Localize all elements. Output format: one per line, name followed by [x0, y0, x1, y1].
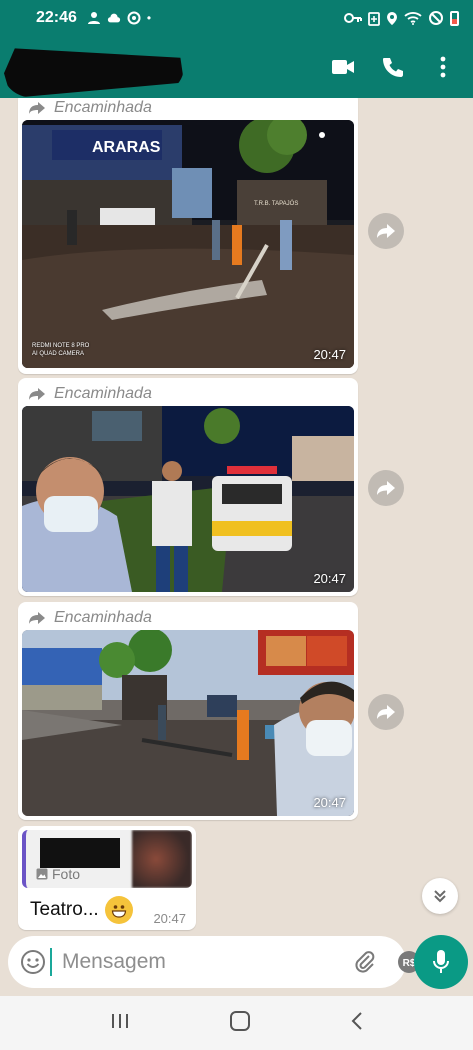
wifi-icon — [404, 12, 422, 25]
svg-text:T.R.B. TAPAJÓS: T.R.B. TAPAJÓS — [254, 200, 298, 207]
forward-icon — [29, 612, 45, 624]
quoted-message[interactable]: Foto — [22, 830, 192, 888]
forwarded-label: Encaminhada — [22, 98, 354, 120]
location-icon — [387, 11, 397, 25]
status-time: 22:46 — [36, 9, 77, 26]
battery-icon — [450, 10, 459, 26]
mic-icon — [433, 950, 449, 973]
message-photo[interactable]: 20:47 — [22, 630, 354, 816]
phone-icon[interactable] — [381, 55, 405, 79]
attach-icon[interactable] — [353, 948, 377, 976]
forward-button[interactable] — [368, 213, 404, 249]
message-time: 20:47 — [313, 571, 346, 586]
message-photo[interactable]: 20:47 — [22, 406, 354, 592]
selfie-with-police-car-photo — [22, 406, 354, 592]
quoted-sender-redacted — [40, 838, 120, 868]
sync-icon — [127, 11, 141, 25]
dot-icon: • — [146, 11, 152, 25]
forwarded-label: Encaminhada — [22, 382, 354, 406]
reply-text: Teatro... — [30, 896, 133, 924]
message-photo[interactable]: ARARAS T.R.B. TAPAJÓS REDMI NOTE 8 PRO A… — [22, 120, 354, 368]
reply-message[interactable]: Foto Teatro... 20:47 — [18, 826, 196, 930]
quoted-thumbnail — [132, 830, 192, 888]
key-icon — [344, 13, 362, 23]
emoji-icon[interactable] — [20, 949, 46, 975]
message-time: 20:47 — [153, 911, 186, 926]
status-bar: 22:46 • — [0, 0, 473, 36]
svg-text:ARARAS: ARARAS — [92, 139, 161, 156]
forward-icon — [29, 102, 45, 114]
scroll-to-bottom-button[interactable] — [422, 878, 458, 914]
chat-header — [0, 36, 473, 98]
forwarded-image-message[interactable]: Encaminhada ARARAS T.R.B. TAPAJÓS REDMI … — [18, 98, 358, 374]
chat-area[interactable]: Encaminhada ARARAS T.R.B. TAPAJÓS REDMI … — [0, 98, 473, 934]
share-arrow-icon — [377, 705, 395, 719]
grinning-face-icon — [104, 896, 133, 924]
account-icon — [87, 12, 100, 24]
battery-saver-icon — [368, 11, 380, 26]
system-nav-bar — [0, 996, 473, 1050]
street-cleaning-photo: ARARAS T.R.B. TAPAJÓS — [22, 120, 354, 368]
message-composer: R$ — [8, 936, 463, 988]
do-not-disturb-icon — [429, 11, 443, 25]
forward-icon — [29, 388, 45, 400]
home-icon[interactable] — [229, 1010, 251, 1037]
forwarded-label: Encaminhada — [22, 606, 354, 630]
recent-apps-icon[interactable] — [110, 1012, 130, 1035]
photo-icon — [36, 868, 48, 880]
street-washing-photo — [22, 630, 354, 816]
forwarded-image-message[interactable]: Encaminhada 20:47 — [18, 602, 358, 820]
camera-watermark: REDMI NOTE 8 PRO AI QUAD CAMERA — [32, 343, 90, 357]
forwarded-image-message[interactable]: Encaminhada 20:47 — [18, 378, 358, 596]
more-vert-icon[interactable] — [431, 55, 455, 79]
message-time: 20:47 — [313, 795, 346, 810]
double-chevron-down-icon — [434, 890, 446, 903]
forward-button[interactable] — [368, 470, 404, 506]
cloud-icon — [107, 13, 121, 23]
video-call-icon[interactable] — [331, 55, 355, 79]
share-arrow-icon — [377, 224, 395, 238]
forward-button[interactable] — [368, 694, 404, 730]
message-input[interactable] — [50, 948, 333, 976]
quoted-type-label: Foto — [36, 866, 80, 882]
back-icon[interactable] — [350, 1011, 364, 1036]
message-time: 20:47 — [313, 347, 346, 362]
contact-name-redacted[interactable] — [4, 48, 184, 98]
share-arrow-icon — [377, 481, 395, 495]
voice-message-button[interactable] — [414, 935, 468, 989]
